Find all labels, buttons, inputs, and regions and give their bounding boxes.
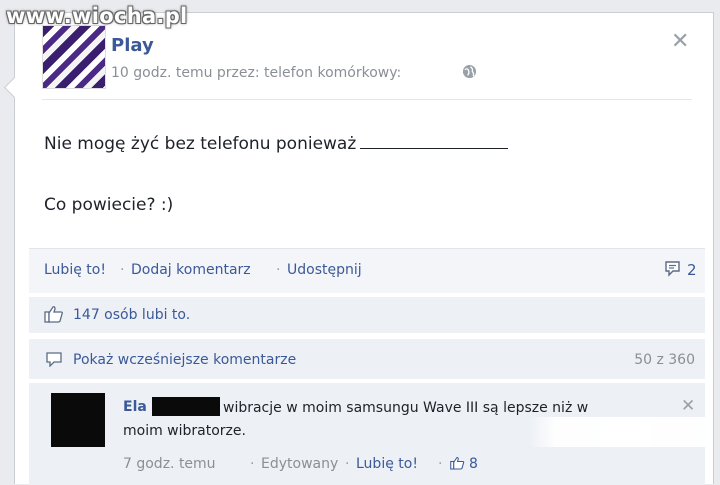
show-previous-comments-link[interactable]: Pokaż wcześniejsze komentarze <box>73 352 296 368</box>
commenter-name[interactable]: Ela <box>123 399 147 415</box>
blank-line <box>360 135 509 149</box>
comment: Ela wibracje w moim samsungu Wave III są… <box>29 382 705 485</box>
post-card: Play 10 godz. temu przez: telefon komórk… <box>14 12 714 485</box>
comments-icon <box>46 352 62 367</box>
separator: · <box>120 262 125 278</box>
likes-count[interactable]: 147 osób lubi to. <box>73 307 190 323</box>
post-text-line-1: Nie mogę żyć bez telefonu ponieważ <box>44 134 509 154</box>
post-meta: 10 godz. temu przez: telefon komórkowy: <box>111 65 402 81</box>
globe-icon[interactable] <box>462 64 477 79</box>
add-comment-link[interactable]: Dodaj komentarz <box>131 262 251 278</box>
likes-row: 147 osób lubi to. <box>29 296 705 333</box>
like-thumb-icon <box>450 457 465 470</box>
like-link[interactable]: Lubię to! <box>44 262 106 278</box>
close-icon[interactable]: ✕ <box>681 396 695 416</box>
comment-text-continued: moim wibratorze. <box>123 423 246 439</box>
redaction-blur <box>529 417 705 447</box>
comment-like-count[interactable]: 8 <box>469 456 478 472</box>
redaction <box>152 397 220 416</box>
post-actions-bar: Lubię to! · Dodaj komentarz · Udostępnij… <box>29 248 705 293</box>
share-link[interactable]: Udostępnij <box>287 262 362 278</box>
divider <box>42 99 692 100</box>
previous-comments-row[interactable]: Pokaż wcześniejsze komentarze 50 z 360 <box>29 338 705 379</box>
post-text: Nie mogę żyć bez telefonu ponieważ <box>44 134 357 154</box>
comment-timestamp[interactable]: 7 godz. temu <box>123 456 216 472</box>
post-author[interactable]: Play <box>111 35 154 56</box>
watermark: www.wiocha.pl <box>6 4 188 28</box>
separator: · <box>438 456 443 472</box>
like-thumb-icon <box>44 306 63 323</box>
post-text-line-2: Co powiecie? :) <box>44 195 174 215</box>
commenter-avatar[interactable] <box>51 393 105 447</box>
comment-count-icon[interactable] <box>664 260 681 277</box>
separator: · <box>250 456 255 472</box>
separator: · <box>276 262 281 278</box>
close-icon[interactable]: ✕ <box>671 31 689 53</box>
comments-counter: 50 z 360 <box>634 352 695 368</box>
comment-count[interactable]: 2 <box>687 261 697 279</box>
edited-label[interactable]: Edytowany <box>261 456 338 472</box>
page-avatar[interactable] <box>42 25 106 89</box>
separator: · <box>345 456 350 472</box>
comment-like-link[interactable]: Lubię to! <box>356 456 418 472</box>
comment-text: wibracje w moim samsungu Wave III są lep… <box>223 400 589 416</box>
